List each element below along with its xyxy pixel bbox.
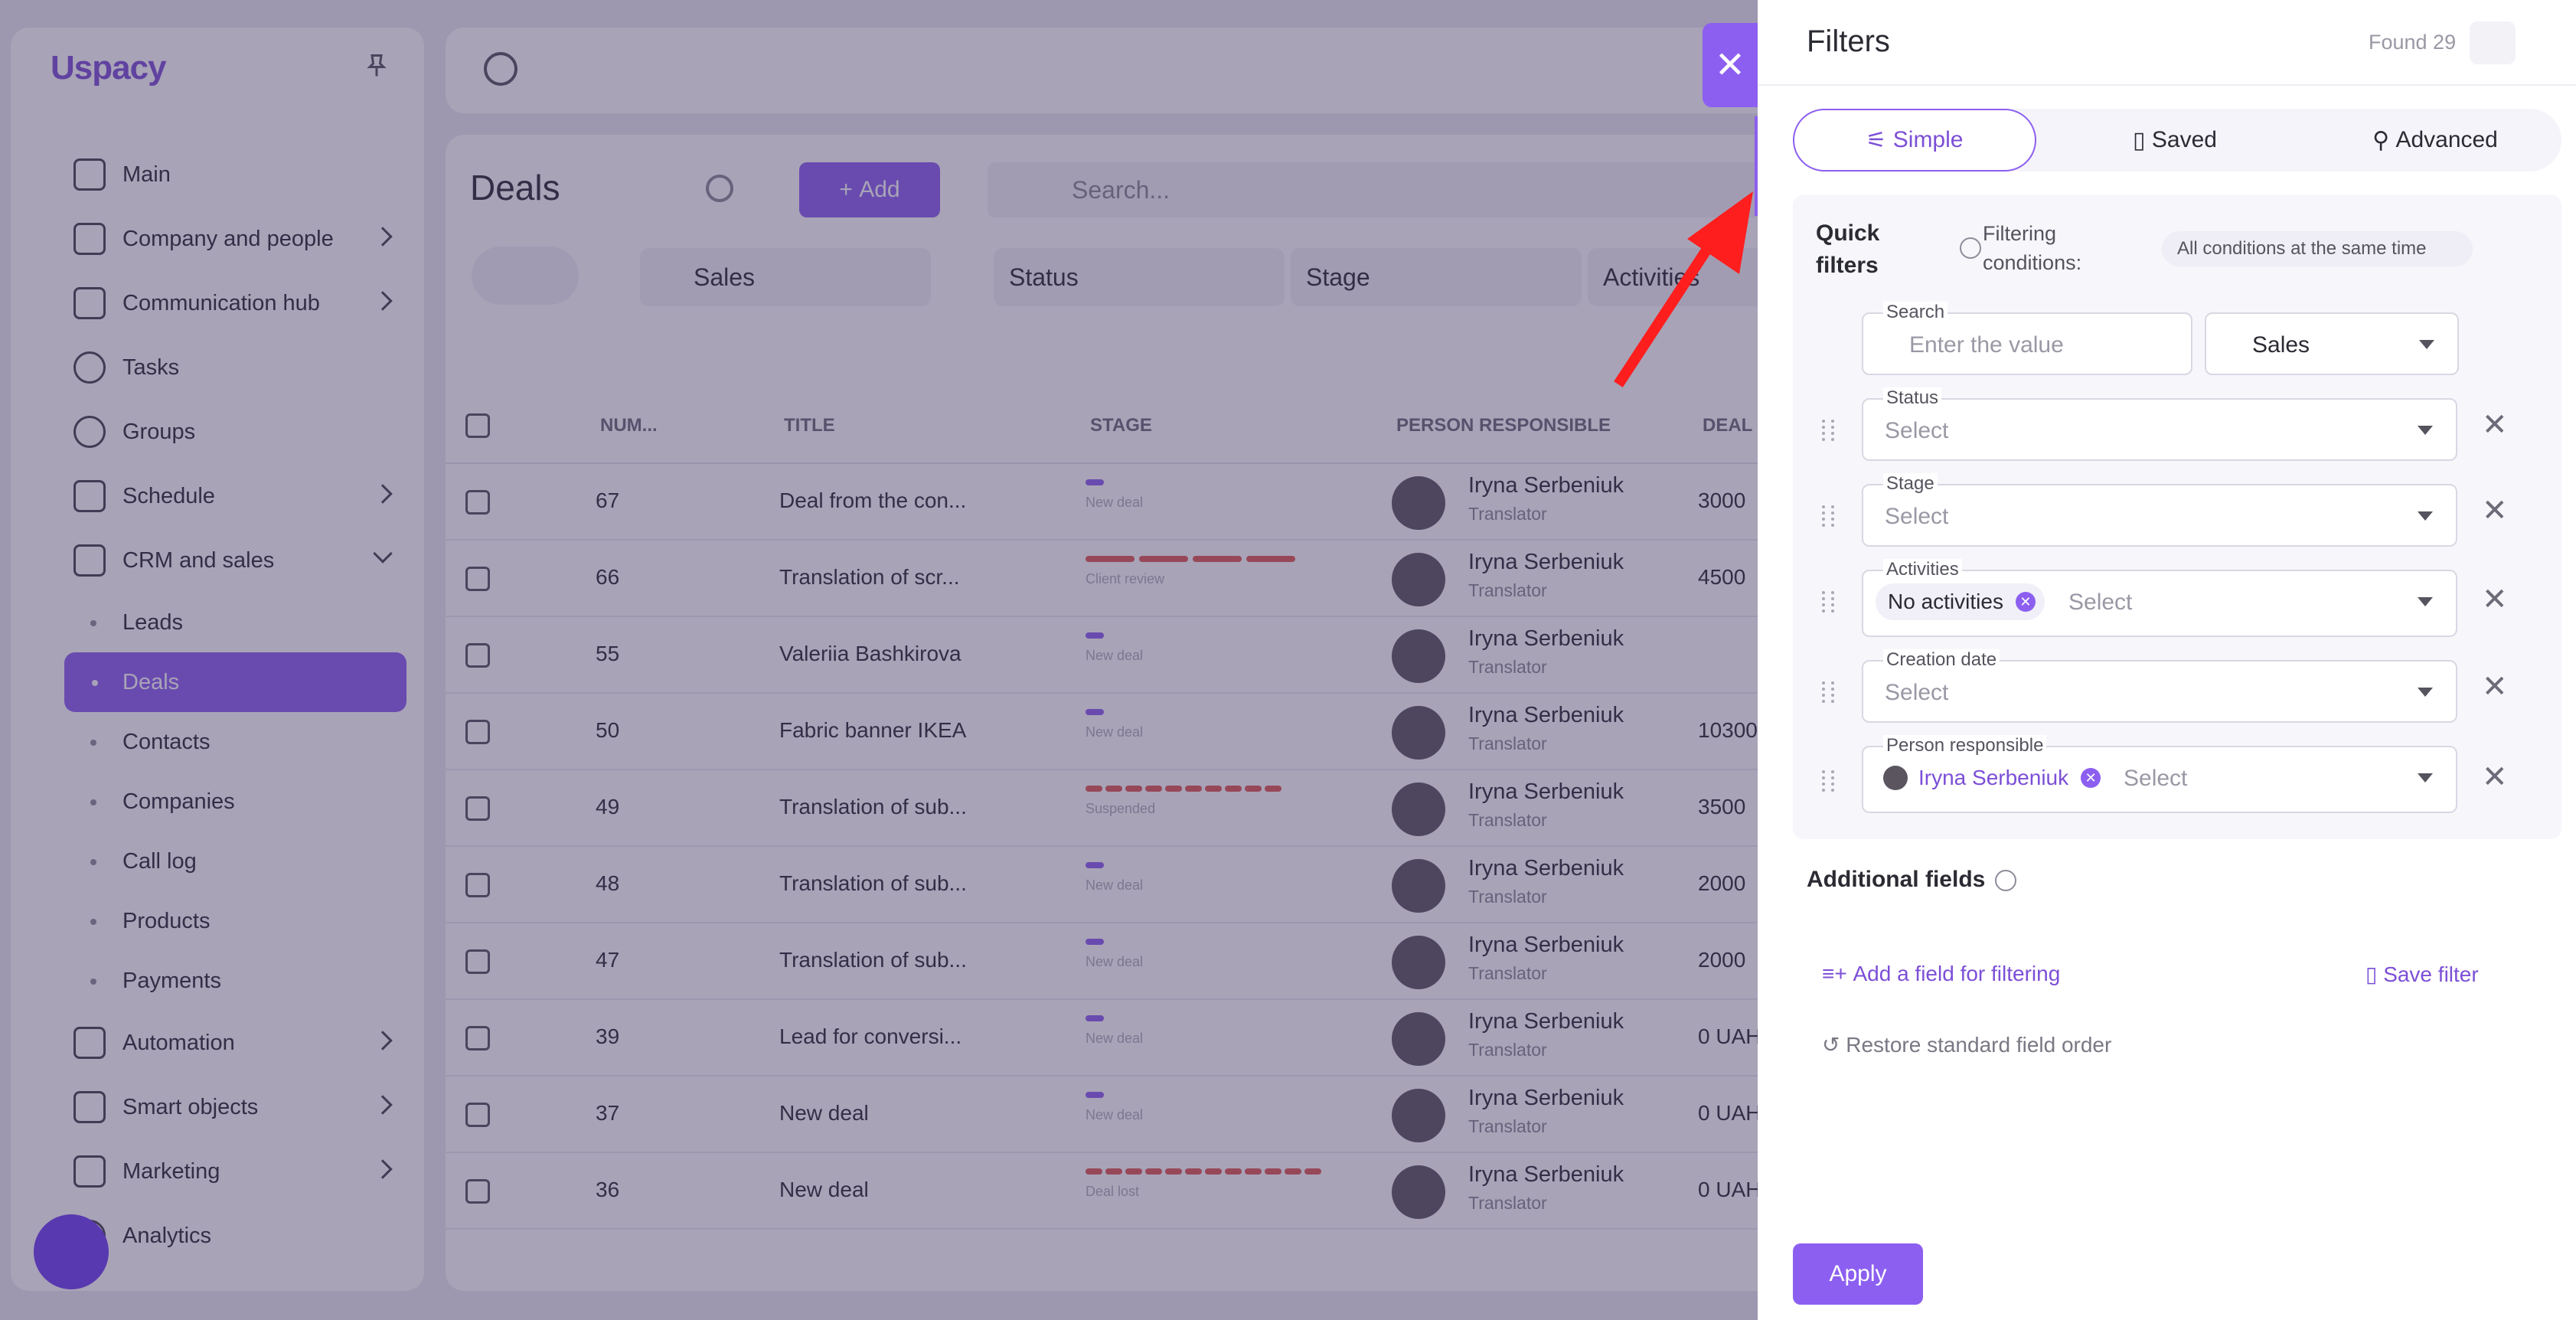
drag-handle-icon[interactable]	[1822, 505, 1834, 527]
chevron-down-icon	[2418, 511, 2433, 521]
sliders-icon: ⚟	[1866, 127, 1893, 153]
remove-field-icon[interactable]: ✕	[2482, 493, 2508, 528]
restore-order-link[interactable]: ↺ Restore standard field order	[1822, 1032, 2111, 1057]
tab-label: Simple	[1892, 127, 1964, 152]
remove-field-icon[interactable]: ✕	[2482, 669, 2508, 704]
close-filters-button[interactable]: ✕	[1703, 23, 1758, 107]
creation-date-select[interactable]: Creation date Select	[1862, 649, 2457, 723]
remove-chip-icon[interactable]: ✕	[2081, 768, 2101, 788]
tab-simple[interactable]: ⚟ Simple	[1793, 109, 2036, 172]
remove-chip-icon[interactable]: ✕	[2015, 592, 2036, 612]
quick-filters-title: Quick filters	[1816, 221, 1880, 278]
filter-icon: ⚲	[2372, 127, 2396, 153]
filter-tabs: ⚟ Simple ▯ Saved ⚲ Advanced	[1793, 109, 2561, 172]
pipeline-select[interactable]: Sales	[2205, 312, 2459, 375]
apply-button[interactable]: Apply	[1793, 1243, 1923, 1305]
search-field[interactable]: Search Enter the value	[1862, 302, 2192, 375]
chevron-down-icon	[2419, 340, 2434, 349]
field-label: Status	[1883, 387, 1942, 409]
status-select[interactable]: Status Select	[1862, 387, 2457, 461]
chevron-down-icon	[2418, 773, 2433, 783]
search-label: Search	[1883, 302, 1948, 323]
quick-filters: Quick filters Filtering conditions: All …	[1793, 194, 2561, 839]
conditions-label: Filtering conditions:	[1983, 222, 2082, 274]
avatar	[1883, 766, 1908, 790]
info-icon[interactable]	[1995, 870, 2016, 891]
red-arrow-annotation	[1614, 191, 1753, 387]
pipeline-value: Sales	[2252, 332, 2310, 358]
bookmark-icon: ▯	[2133, 127, 2152, 153]
tab-advanced[interactable]: ⚲ Advanced	[2313, 109, 2557, 172]
field-label: Person responsible	[1883, 735, 2047, 756]
info-icon[interactable]	[1960, 237, 1981, 259]
field-value: Select	[1885, 504, 1949, 529]
person-chip[interactable]: Iryna Serbeniuk ✕	[1876, 760, 2111, 796]
close-icon: ✕	[1714, 45, 1746, 86]
chevron-down-icon	[2418, 426, 2433, 435]
found-count: Found 29	[2369, 31, 2457, 54]
filters-header: Filters Found 29	[1758, 0, 2576, 86]
search-placeholder: Enter the value	[1909, 332, 2064, 358]
add-list-icon: ≡+	[1822, 962, 1853, 985]
remove-field-icon[interactable]: ✕	[2482, 582, 2508, 617]
tab-label: Advanced	[2395, 127, 2498, 152]
filters-panel: Filters Found 29 ⚟ Simple ▯ Saved ⚲ Adva…	[1758, 0, 2576, 1320]
field-label: Stage	[1883, 473, 1938, 495]
activities-chip[interactable]: No activities ✕	[1876, 583, 2045, 620]
remove-field-icon[interactable]: ✕	[2482, 407, 2508, 443]
add-field-link[interactable]: ≡+ Add a field for filtering	[1822, 962, 2060, 986]
chip-label: Iryna Serbeniuk	[1918, 766, 2069, 789]
additional-fields-title: Additional fields	[1807, 867, 1986, 892]
eraser-icon[interactable]	[2470, 21, 2516, 64]
chevron-down-icon	[2418, 688, 2433, 697]
tab-saved[interactable]: ▯ Saved	[2053, 109, 2297, 172]
drag-handle-icon[interactable]	[1822, 770, 1834, 792]
filters-title: Filters	[1807, 25, 1890, 58]
link-label: Restore standard field order	[1846, 1033, 2112, 1057]
field-label: Creation date	[1883, 649, 2000, 671]
bookmark-icon: ▯	[2365, 962, 2384, 986]
remove-field-icon[interactable]: ✕	[2482, 760, 2508, 795]
field-value: Select	[2068, 590, 2133, 615]
drag-handle-icon[interactable]	[1822, 681, 1834, 703]
field-value: Select	[1885, 680, 1949, 705]
app-window: Uspacy Main Company and people Communica…	[0, 0, 2576, 1320]
tab-label: Saved	[2151, 127, 2217, 152]
modal-overlay[interactable]	[0, 0, 1758, 1320]
field-value: Select	[2124, 766, 2188, 791]
stage-select[interactable]: Stage Select	[1862, 473, 2457, 547]
person-responsible-select[interactable]: Person responsible Iryna Serbeniuk ✕ Sele…	[1862, 735, 2457, 813]
field-label: Activities	[1883, 559, 1962, 580]
chip-label: No activities	[1888, 590, 2003, 613]
save-filter-link[interactable]: ▯ Save filter	[2365, 962, 2479, 987]
conditions-select[interactable]: All conditions at the same time	[2162, 231, 2473, 266]
link-label: Add a field for filtering	[1853, 962, 2061, 985]
activities-select[interactable]: Activities No activities ✕ Select	[1862, 559, 2457, 637]
restore-icon: ↺	[1822, 1033, 1846, 1057]
link-label: Save filter	[2383, 962, 2479, 986]
chevron-down-icon	[2418, 597, 2433, 606]
field-value: Select	[1885, 418, 1949, 443]
drag-handle-icon[interactable]	[1822, 420, 1834, 441]
drag-handle-icon[interactable]	[1822, 591, 1834, 613]
